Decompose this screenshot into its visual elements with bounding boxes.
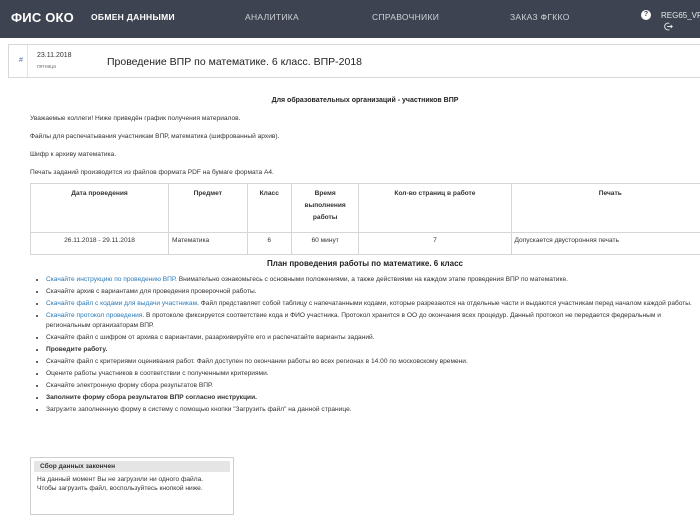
list-item-text: Заполните форму сбора результатов ВПР со… — [46, 394, 257, 401]
list-item: Проведите работу. — [46, 345, 700, 355]
event-header: # 23.11.2018 пятница Проведение ВПР по м… — [8, 44, 700, 78]
event-title: Проведение ВПР по математике. 6 класс. В… — [107, 56, 362, 68]
nav-analytics[interactable]: АНАЛИТИКА — [245, 12, 299, 22]
list-item: Скачайте электронную форму сбора результ… — [46, 381, 700, 391]
column-header: Время выполнения работы — [291, 184, 358, 233]
table-cell: Математика — [169, 233, 248, 255]
list-item-text: Скачайте файл с критериями оценивания ра… — [46, 358, 468, 365]
column-header: Класс — [247, 184, 291, 233]
panel-message: Чтобы загрузить файл, воспользуйтесь кно… — [31, 484, 233, 493]
protocol-link[interactable]: Скачайте протокол проведения — [46, 312, 142, 319]
intro-line: Шифр к архиву математика. — [30, 151, 116, 158]
list-item: Скачайте инструкцию по проведению ВПР. В… — [46, 275, 700, 285]
event-date: 23.11.2018 — [37, 52, 72, 59]
table-cell: 7 — [359, 233, 511, 255]
data-collection-panel: Сбор данных закончен На данный момент Вы… — [30, 457, 234, 515]
list-item: Оцените работы участников в соответствии… — [46, 369, 700, 379]
event-weekday: пятница — [37, 64, 56, 70]
table-cell: Допускается двусторонняя печать — [511, 233, 700, 255]
table-cell: 60 минут — [291, 233, 358, 255]
list-item: Загрузите заполненную форму в систему с … — [46, 405, 700, 415]
column-header: Предмет — [169, 184, 248, 233]
help-icon[interactable]: ? — [641, 10, 651, 20]
list-item: Скачайте архив с вариантами для проведен… — [46, 287, 700, 297]
list-item: Заполните форму сбора результатов ВПР со… — [46, 393, 700, 403]
column-header: Дата проведения — [31, 184, 169, 233]
codes-file-link[interactable]: Скачайте файл с кодами для выдачи участн… — [46, 300, 197, 307]
plan-title: План проведения работы по математике. 6 … — [30, 259, 700, 268]
anchor-icon[interactable]: # — [19, 57, 23, 64]
intro-line: Печать заданий производится из файлов фо… — [30, 169, 274, 176]
table-cell: 6 — [247, 233, 291, 255]
list-item-text: . Файл представляет собой таблицу с напе… — [197, 300, 692, 307]
app-logo[interactable]: ФИС ОКО — [11, 10, 74, 25]
column-header: Печать — [511, 184, 700, 233]
user-name[interactable]: REG65_VP — [661, 11, 700, 20]
intro-line: Файлы для распечатывания участникам ВПР,… — [30, 133, 279, 140]
list-item: Скачайте файл с шифром от архива с вариа… — [46, 333, 700, 343]
plan-list: Скачайте инструкцию по проведению ВПР. В… — [36, 275, 700, 417]
schedule-table: Дата проведения Предмет Класс Время выпо… — [30, 183, 700, 255]
list-item-text: . Внимательно ознакомьтесь с основными п… — [175, 276, 568, 283]
list-item-text: Скачайте электронную форму сбора результ… — [46, 382, 213, 389]
list-item: Скачайте протокол проведения. В протокол… — [46, 311, 700, 332]
list-item-text: Оцените работы участников в соответствии… — [46, 370, 269, 377]
list-item: Скачайте файл с кодами для выдачи участн… — [46, 299, 700, 309]
list-item-text: Скачайте файл с шифром от архива с вариа… — [46, 334, 375, 341]
nav-directories[interactable]: СПРАВОЧНИКИ — [372, 12, 439, 22]
list-item-text: Проведите работу. — [46, 346, 107, 353]
top-nav-bar: ФИС ОКО ОБМЕН ДАННЫМИ АНАЛИТИКА СПРАВОЧН… — [0, 0, 700, 38]
column-header: Кол-во страниц в работе — [359, 184, 511, 233]
table-cell: 26.11.2018 - 29.11.2018 — [31, 233, 169, 255]
table-row: 26.11.2018 - 29.11.2018 Математика 6 60 … — [31, 233, 700, 255]
instruction-link[interactable]: Скачайте инструкцию по проведению ВПР — [46, 276, 175, 283]
list-item: Скачайте файл с критериями оценивания ра… — [46, 357, 700, 367]
list-item-text: Скачайте архив с вариантами для проведен… — [46, 288, 257, 295]
panel-message: На данный момент Вы не загрузили ни одно… — [31, 475, 233, 484]
table-header-row: Дата проведения Предмет Класс Время выпо… — [31, 184, 700, 233]
panel-title: Сбор данных закончен — [34, 461, 230, 472]
nav-order[interactable]: ЗАКАЗ ФГККО — [510, 12, 570, 22]
divider — [27, 45, 28, 77]
list-item-text: Загрузите заполненную форму в систему с … — [46, 406, 352, 413]
intro-heading: Для образовательных организаций - участн… — [30, 97, 700, 104]
nav-exchange[interactable]: ОБМЕН ДАННЫМИ — [91, 12, 175, 22]
logout-icon[interactable] — [664, 22, 673, 31]
intro-line: Уважаемые коллеги! Ниже приведён график … — [30, 115, 240, 122]
